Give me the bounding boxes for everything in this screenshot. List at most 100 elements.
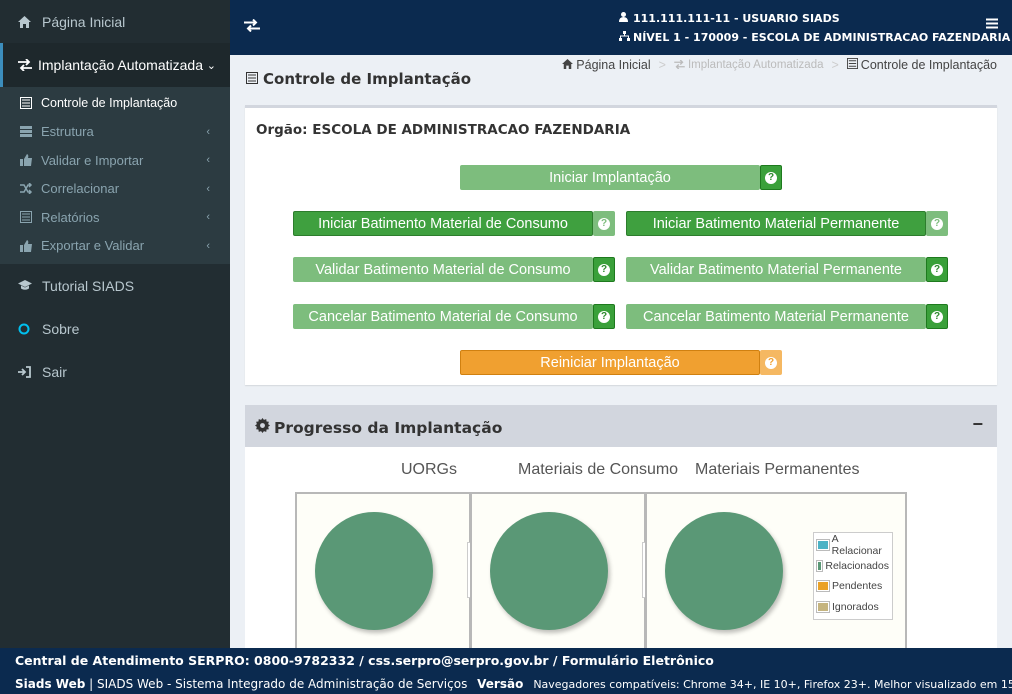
- iniciar-batimento-consumo-button[interactable]: Iniciar Batimento Material de Consumo: [293, 211, 593, 236]
- validar-batimento-consumo-button[interactable]: Validar Batimento Material de Consumo: [293, 257, 593, 282]
- user-info: 111.111.111-11 - USUARIO SIADS NÍVEL 1 -…: [619, 9, 1010, 47]
- validar-batimento-permanente-button[interactable]: Validar Batimento Material Permanente: [626, 257, 926, 282]
- random-icon: [20, 183, 41, 195]
- legend-swatch: [815, 559, 824, 572]
- legend-label: Ignorados: [832, 600, 879, 613]
- sidebar-item-label: Página Inicial: [42, 13, 126, 30]
- sidebar-item-label: Sobre: [42, 320, 80, 337]
- sidebar-item-estrutura[interactable]: Estrutura ‹: [0, 118, 230, 147]
- iniciar-batimento-permanente-button[interactable]: Iniciar Batimento Material Permanente: [626, 211, 926, 236]
- user-icon: [619, 9, 633, 28]
- page-title-text: Controle de Implantação: [263, 70, 472, 88]
- pie-slice: [490, 512, 608, 630]
- pie-chart-permanente: A Relacionar Relacionados Pendentes Igno…: [645, 492, 907, 648]
- chevron-left-icon: ‹: [206, 154, 210, 167]
- help-icon[interactable]: ?: [926, 304, 948, 329]
- list-icon: [846, 58, 858, 72]
- chevron-left-icon: ‹: [206, 182, 210, 195]
- list-icon: [20, 97, 41, 110]
- sidebar-item-label: Exportar e Validar: [41, 238, 145, 254]
- pie-chart-uorgs: [295, 492, 477, 648]
- breadcrumb-home[interactable]: Página Inicial: [576, 58, 650, 72]
- breadcrumb-implantacao[interactable]: Implantação Automatizada: [688, 59, 824, 71]
- sidebar-item-sobre[interactable]: Sobre: [0, 307, 230, 350]
- sign-in-icon: [18, 365, 42, 378]
- sidebar-item-label: Sair: [42, 363, 67, 380]
- footer-desc: | SIADS Web - Sistema Integrado de Admin…: [85, 677, 472, 691]
- thumbs-up-icon: [20, 154, 41, 167]
- breadcrumb-separator: >: [831, 58, 839, 72]
- sidebar-item-implantacao[interactable]: Implantação Automatizada ⌄: [0, 43, 230, 87]
- progresso-header: Progresso da Implantação: [245, 408, 997, 447]
- chevron-left-icon: ‹: [206, 211, 210, 224]
- sidebar-item-exportar-validar[interactable]: Exportar e Validar ‹: [0, 232, 230, 261]
- graduation-cap-icon: [18, 280, 42, 291]
- sidebar-item-controle[interactable]: Controle de Implantação: [0, 89, 230, 118]
- help-icon[interactable]: ?: [926, 211, 948, 236]
- help-icon[interactable]: ?: [593, 304, 615, 329]
- sidebar-item-tutorial[interactable]: Tutorial SIADS: [0, 264, 230, 307]
- legend-swatch: [816, 539, 830, 552]
- legend-item: Ignorados: [816, 597, 889, 618]
- chart-title-uorgs: UORGs: [401, 461, 457, 478]
- sidebar-item-label: Validar e Importar: [41, 152, 144, 168]
- page-title: Controle de Implantação: [246, 70, 471, 88]
- breadcrumb-separator: >: [658, 58, 666, 72]
- chart-title-permanente: Materiais Permanentes: [695, 461, 860, 478]
- top-header: 111.111.111-11 - USUARIO SIADS NÍVEL 1 -…: [230, 0, 1012, 55]
- sidebar-item-home[interactable]: Página Inicial: [0, 0, 230, 43]
- collapse-button[interactable]: −: [972, 414, 983, 435]
- legend-item: Pendentes: [816, 576, 889, 597]
- exchange-icon[interactable]: [244, 16, 260, 37]
- footer-versao: Versão: [477, 677, 524, 691]
- chart-title-consumo: Materiais de Consumo: [518, 461, 679, 478]
- chevron-down-icon: ⌄: [206, 59, 216, 72]
- footer-browsers: Navegadores compatíveis: Chrome 34+, IE …: [533, 677, 1012, 691]
- footer-contact: Central de Atendimento SERPRO: 0800-9782…: [15, 653, 714, 668]
- progresso-box: Progresso da Implantação − UORGs Materia…: [245, 405, 997, 648]
- sidebar-item-sair[interactable]: Sair: [0, 350, 230, 393]
- sidebar-item-label: Controle de Implantação: [41, 96, 178, 111]
- help-icon[interactable]: ?: [760, 165, 782, 190]
- help-icon[interactable]: ?: [926, 257, 948, 282]
- home-icon: [18, 15, 42, 28]
- cancelar-batimento-permanente-button[interactable]: Cancelar Batimento Material Permanente: [626, 304, 926, 329]
- circle-icon: [18, 323, 42, 335]
- sidebar: Página Inicial Implantação Automatizada …: [0, 0, 230, 648]
- sidebar-item-validar-importar[interactable]: Validar e Importar ‹: [0, 146, 230, 175]
- footer-brand: Siads Web: [15, 677, 86, 691]
- sidebar-item-label: Tutorial SIADS: [42, 277, 135, 294]
- hamburger-menu-icon[interactable]: [986, 16, 998, 34]
- chart-legend: A Relacionar Relacionados Pendentes Igno…: [813, 532, 893, 620]
- home-icon: [562, 58, 574, 72]
- footer-info: Siads Web | SIADS Web - Sistema Integrad…: [15, 677, 1012, 691]
- list-icon: [246, 70, 258, 88]
- gear-icon: [255, 418, 270, 437]
- exchange-icon: [674, 58, 685, 72]
- submenu-implantacao: Controle de Implantação Estrutura ‹ Vali…: [0, 87, 230, 264]
- controle-box: Orgão: ESCOLA DE ADMINISTRACAO FAZENDARI…: [245, 105, 997, 385]
- exchange-icon: [18, 59, 38, 71]
- reiniciar-implantacao-button[interactable]: Reiniciar Implantação: [460, 350, 760, 375]
- legend-item: Relacionados: [815, 556, 889, 577]
- help-icon[interactable]: ?: [593, 211, 615, 236]
- thumbs-up-icon: [20, 239, 41, 252]
- pie-slice: [315, 512, 433, 630]
- footer: Central de Atendimento SERPRO: 0800-9782…: [0, 648, 1012, 694]
- iniciar-implantacao-button[interactable]: Iniciar Implantação: [460, 165, 760, 190]
- sidebar-item-correlacionar[interactable]: Correlacionar ‹: [0, 175, 230, 204]
- help-icon[interactable]: ?: [593, 257, 615, 282]
- legend-item: A Relacionar: [816, 533, 889, 558]
- sidebar-item-label: Estrutura: [41, 124, 94, 140]
- breadcrumb: Página Inicial > Implantação Automatizad…: [562, 58, 997, 72]
- cancelar-batimento-consumo-button[interactable]: Cancelar Batimento Material de Consumo: [293, 304, 593, 329]
- legend-label: A Relacionar: [831, 533, 882, 558]
- chevron-left-icon: ‹: [206, 239, 210, 252]
- legend-label: Relacionados: [825, 559, 889, 572]
- breadcrumb-current: Controle de Implantação: [860, 58, 997, 72]
- sidebar-item-relatorios[interactable]: Relatórios ‹: [0, 203, 230, 232]
- sitemap-icon: [619, 28, 633, 47]
- sidebar-item-label: Relatórios: [41, 209, 100, 225]
- help-icon[interactable]: ?: [760, 350, 782, 375]
- pie-chart-consumo: [470, 492, 652, 648]
